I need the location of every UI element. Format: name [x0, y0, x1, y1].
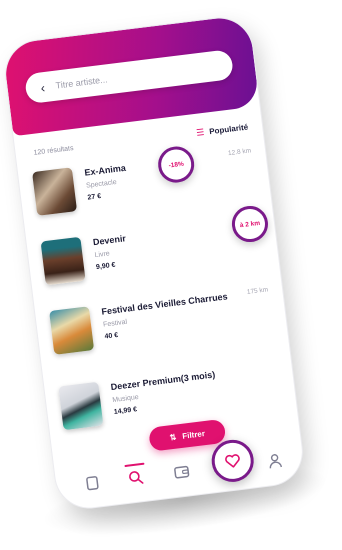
phone-frame: ‹ Titre artiste... 120 résultats ☰ Popul…	[2, 14, 306, 512]
item-thumbnail	[58, 381, 104, 431]
distance-badge-label: à 2 km	[239, 219, 261, 229]
sort-icon: ☰	[195, 126, 205, 138]
item-distance: 175 km	[246, 286, 269, 296]
search-input[interactable]: Titre artiste...	[55, 74, 108, 90]
filter-label: Filtrer	[181, 428, 206, 441]
back-chevron-icon[interactable]: ‹	[33, 79, 53, 96]
search-icon[interactable]	[125, 469, 147, 491]
item-thumbnail	[40, 236, 86, 286]
item-thumbnail	[49, 306, 95, 355]
sort-label: Popularité	[208, 122, 249, 136]
wallet-icon[interactable]	[171, 463, 193, 485]
home-icon[interactable]	[81, 474, 103, 496]
profile-icon[interactable]	[264, 452, 286, 474]
heart-icon	[225, 454, 240, 468]
sort-button[interactable]: ☰ Popularité	[196, 121, 249, 138]
item-thumbnail	[32, 167, 78, 216]
filter-icon: ⇅	[169, 432, 177, 442]
active-tab-indicator	[124, 462, 145, 468]
favorites-button[interactable]	[209, 437, 257, 485]
results-count: 120 résultats	[33, 144, 74, 157]
discount-badge-label: -18%	[168, 160, 185, 169]
item-distance: 12.8 km	[227, 147, 252, 158]
